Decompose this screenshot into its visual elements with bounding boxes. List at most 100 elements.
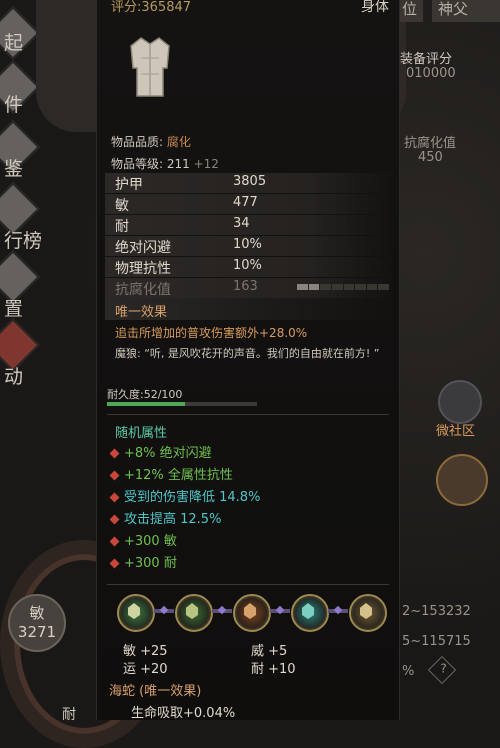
stat-value: 10% — [233, 258, 262, 273]
gem-core-icon — [244, 603, 256, 619]
corrosion-segment — [331, 284, 343, 290]
guild-emblem-icon[interactable] — [436, 454, 488, 506]
gem-bonus: 运 +20 — [123, 662, 168, 677]
stat-name: 耐 — [115, 219, 129, 235]
flavor-quote: 魔狼: “听, 是风吹花开的声音。我们的自由就在前方! ” — [115, 347, 380, 360]
stat-row: 护甲 3805 — [105, 173, 395, 193]
gem-bonus: 耐 +10 — [251, 662, 296, 677]
corrosion-segment — [297, 284, 308, 290]
range-value-1: 2~153232 — [402, 604, 471, 619]
stat-circle[interactable]: 敏 3271 — [8, 594, 66, 652]
tab-god[interactable]: 神父 — [432, 0, 500, 22]
corrosion-label: 抗腐化值 — [404, 136, 457, 151]
corrosion-segment — [343, 284, 355, 290]
diamond-bullet-icon — [109, 448, 120, 459]
left-menu-label-4: 置 — [4, 298, 24, 320]
gem-link — [212, 605, 232, 615]
random-attr: +300 敏 — [109, 530, 177, 549]
gem-link — [328, 605, 348, 615]
level-label: 物品等级: — [111, 157, 164, 171]
stat-circle-label: 敏 — [29, 604, 45, 622]
gem-core-icon — [302, 603, 314, 619]
stat-value: 10% — [233, 237, 262, 252]
gem-socket-icon[interactable] — [117, 594, 155, 632]
level-row: 物品等级: 211 +12 — [111, 155, 219, 172]
set-effect-title: 海蛇 (唯一效果) — [109, 684, 202, 699]
stat-value: 3805 — [233, 174, 267, 189]
stat-name: 物理抗性 — [115, 261, 171, 277]
percent-glyph: % — [402, 664, 415, 679]
gem-core-icon — [186, 603, 198, 619]
gem-bonus: 敏 +25 — [123, 644, 168, 659]
gem-link — [270, 605, 290, 615]
diamond-bullet-icon — [109, 514, 120, 525]
corrosion-value: 450 — [418, 150, 443, 165]
left-menu-label-5: 动 — [4, 366, 24, 388]
corrosion-segment — [378, 284, 389, 290]
corrosion-segment — [366, 284, 378, 290]
random-attr: +300 耐 — [109, 552, 177, 571]
item-slot: 身体 — [361, 0, 389, 15]
quality-label: 物品品质: — [111, 135, 167, 149]
equip-score-value: 010000 — [406, 66, 456, 81]
diamond-bullet-icon — [109, 470, 120, 481]
random-attr: 受到的伤害降低 14.8% — [109, 486, 260, 505]
gem-socket-icon[interactable] — [291, 594, 329, 632]
level-value: 211 — [166, 157, 190, 171]
corrosion-name: 抗腐化值 — [115, 282, 171, 298]
corrosion-value: 163 — [233, 279, 258, 294]
gem-link-diamond-icon — [333, 605, 343, 615]
gem-bonus: 威 +5 — [251, 644, 288, 659]
left-menu-label-1: 件 — [4, 94, 24, 116]
unique-effect-header: 唯一效果 — [105, 298, 395, 320]
level-bonus: +12 — [193, 157, 219, 171]
left-menu-label-0: 起 — [4, 32, 24, 54]
unique-effect-text: 追击所增加的普攻伤害额外+28.0% — [115, 326, 308, 340]
random-attr: +12% 全属性抗性 — [109, 464, 233, 483]
quality-row: 物品品质: 腐化 — [111, 133, 191, 150]
stat-row: 敏 477 — [105, 194, 395, 214]
help-icon[interactable]: ? — [427, 655, 457, 685]
durability-label: 耐久度:52/100 — [107, 388, 183, 401]
tab-position[interactable]: 位 — [396, 0, 424, 22]
gem-link — [154, 605, 174, 615]
range-value-2: 5~115715 — [402, 634, 471, 649]
bottom-label: 耐 — [62, 707, 76, 723]
stat-name: 敏 — [115, 198, 129, 214]
set-effect-line: 生命吸取+0.04% — [131, 706, 236, 721]
diamond-bullet-icon — [109, 558, 120, 569]
community-label[interactable]: 微社区 — [436, 420, 475, 439]
random-attr: +8% 绝对闪避 — [109, 442, 212, 461]
gem-socket-icon[interactable] — [233, 594, 271, 632]
item-score: 评分:365847 — [111, 0, 192, 15]
gem-core-icon — [128, 603, 140, 619]
right-panel: 位 神父 装备评分 010000 抗腐化值 450 微社区 2~153232 5… — [396, 0, 500, 720]
divider — [107, 584, 389, 585]
left-menu-label-2: 鉴 — [4, 158, 24, 180]
stat-name: 绝对闪避 — [115, 240, 171, 256]
item-tooltip: 评分:365847 身体 物品品质: 腐化 物品等级: 211 +12 护甲 3… — [96, 0, 400, 721]
diamond-bullet-icon — [109, 492, 120, 503]
stat-name: 护甲 — [115, 177, 143, 193]
quality-value: 腐化 — [166, 135, 191, 149]
random-attr: 攻击提高 12.5% — [109, 508, 221, 527]
corrosion-bar — [297, 284, 389, 290]
community-icon[interactable] — [438, 380, 482, 424]
durability-fill — [107, 402, 185, 406]
gem-slots — [117, 594, 387, 632]
gem-socket-icon[interactable] — [349, 594, 387, 632]
armor-item-icon — [130, 37, 170, 97]
stat-row: 物理抗性 10% — [105, 257, 395, 277]
corrosion-row: 抗腐化值 163 — [105, 278, 395, 298]
stat-value: 477 — [233, 195, 258, 210]
gem-link-diamond-icon — [275, 605, 285, 615]
stat-circle-value: 3271 — [17, 623, 57, 641]
gem-socket-icon[interactable] — [175, 594, 213, 632]
equip-score-label: 装备评分 — [400, 52, 453, 67]
unique-effect-title: 唯一效果 — [115, 305, 168, 320]
gem-link-diamond-icon — [159, 605, 169, 615]
gem-core-icon — [360, 603, 372, 619]
stat-row: 耐 34 — [105, 215, 395, 235]
gem-link-diamond-icon — [217, 605, 227, 615]
corrosion-segment — [355, 284, 366, 290]
